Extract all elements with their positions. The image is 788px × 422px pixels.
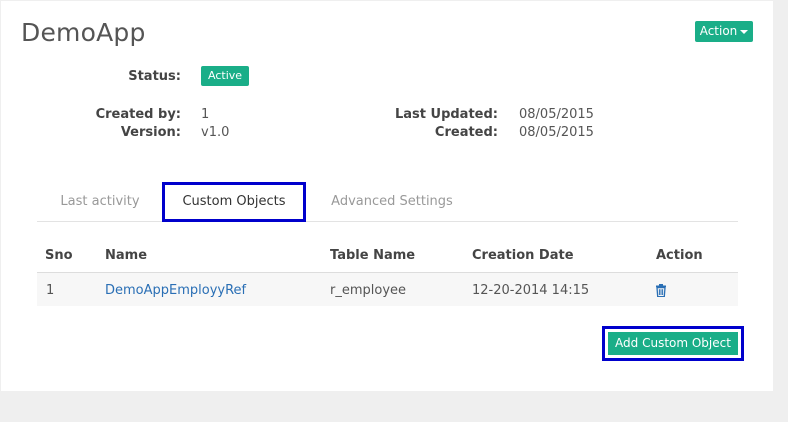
cell-sno: 1	[46, 283, 55, 298]
column-header-sno: Sno	[45, 248, 73, 263]
created-by-label: Created by:	[95, 107, 181, 122]
created-label: Created:	[434, 125, 498, 140]
tab-advanced-settings[interactable]: Advanced Settings	[322, 184, 462, 220]
column-header-table-name: Table Name	[330, 248, 416, 263]
column-header-creation-date: Creation Date	[472, 248, 574, 263]
trash-icon[interactable]	[655, 284, 667, 297]
column-header-action: Action	[656, 248, 703, 263]
add-custom-object-button[interactable]: Add Custom Object	[602, 326, 744, 361]
cell-table-name: r_employee	[330, 283, 407, 298]
created-value: 08/05/2015	[519, 125, 594, 140]
tab-custom-objects[interactable]: Custom Objects	[162, 182, 306, 222]
version-value: v1.0	[201, 125, 230, 140]
tabs-divider	[37, 221, 738, 222]
action-button-label: Action	[699, 24, 738, 38]
caret-down-icon	[740, 29, 749, 34]
tab-last-activity[interactable]: Last activity	[49, 184, 151, 220]
status-label: Status:	[128, 69, 181, 84]
version-label: Version:	[120, 125, 181, 140]
cell-creation-date: 12-20-2014 14:15	[472, 283, 590, 298]
custom-object-link[interactable]: DemoAppEmployyRef	[105, 283, 246, 298]
page-title: DemoApp	[21, 18, 146, 47]
add-custom-object-label: Add Custom Object	[608, 332, 738, 355]
column-header-name: Name	[105, 248, 148, 263]
last-updated-label: Last Updated:	[394, 107, 498, 122]
last-updated-value: 08/05/2015	[519, 107, 594, 122]
action-dropdown-button[interactable]: Action	[695, 21, 753, 42]
status-badge: Active	[201, 66, 250, 86]
created-by-value: 1	[201, 107, 210, 122]
